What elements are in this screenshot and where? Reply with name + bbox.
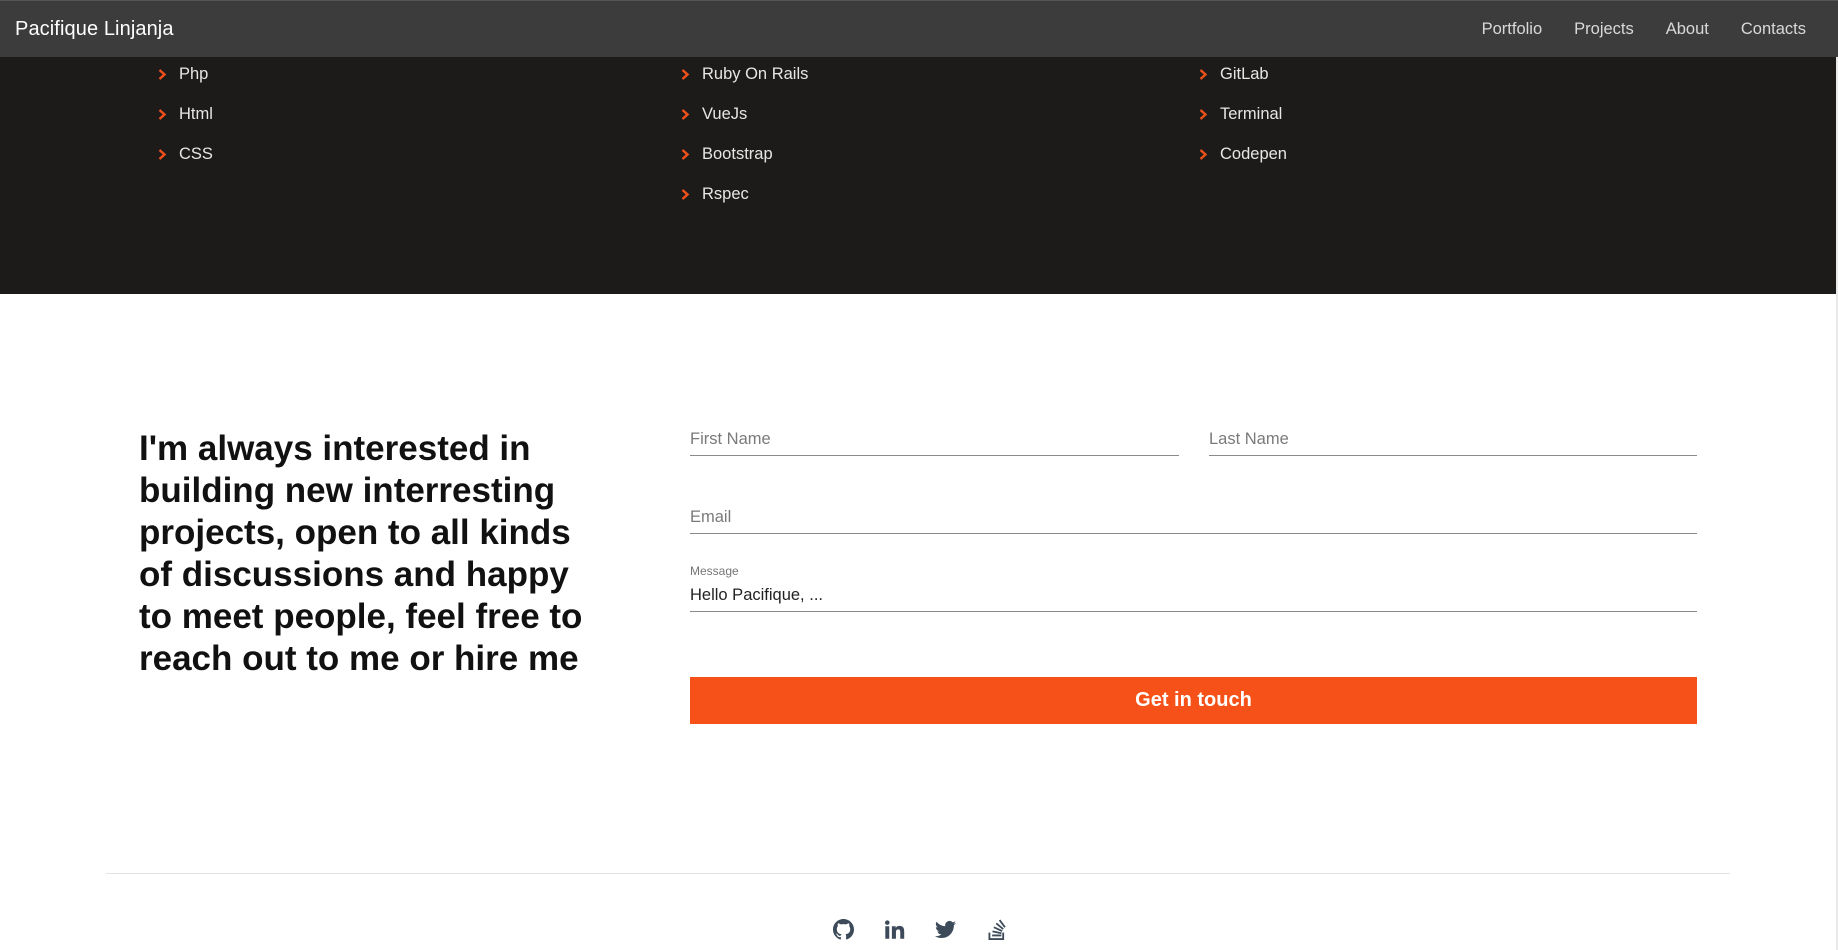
skill-item: Ruby On Rails <box>676 54 808 94</box>
email-input[interactable] <box>690 508 1697 527</box>
skill-label: Php <box>179 64 209 83</box>
skill-label: VueJs <box>702 104 748 123</box>
chevron-right-icon <box>1194 68 1212 80</box>
chevron-right-icon <box>676 68 694 80</box>
nav-link-portfolio[interactable]: Portfolio <box>1466 20 1559 39</box>
navbar: Pacifique Linjanja Portfolio Projects Ab… <box>0 0 1838 57</box>
chevron-right-icon <box>1194 108 1212 120</box>
github-icon[interactable] <box>833 919 854 940</box>
chevron-right-icon <box>1194 148 1212 160</box>
chevron-right-icon <box>676 148 694 160</box>
skill-label: Ruby On Rails <box>702 64 809 83</box>
linkedin-icon[interactable] <box>884 919 905 940</box>
skill-item: CSS <box>153 134 213 174</box>
message-field <box>690 586 1697 612</box>
skill-item: Php <box>153 54 213 94</box>
twitter-icon[interactable] <box>935 919 956 940</box>
skill-label: Terminal <box>1220 104 1283 123</box>
chevron-right-icon <box>153 148 171 160</box>
skill-item: Bootstrap <box>676 134 808 174</box>
skill-label: GitLab <box>1220 64 1269 83</box>
nav-links: Portfolio Projects About Contacts <box>1466 20 1823 39</box>
skills-column-2: Ruby On Rails VueJs Bootstrap Rspec <box>676 54 808 214</box>
chevron-right-icon <box>676 188 694 200</box>
skill-label: Html <box>179 104 213 123</box>
skill-item: VueJs <box>676 94 808 134</box>
chevron-right-icon <box>153 108 171 120</box>
chevron-right-icon <box>153 68 171 80</box>
skill-item: Rspec <box>676 174 808 214</box>
message-label: Message <box>690 564 739 578</box>
skill-label: Rspec <box>702 184 749 203</box>
last-name-field <box>1209 430 1697 456</box>
page: Php Html CSS Ruby On Rails VueJs Bootstr… <box>0 0 1838 950</box>
skill-label: CSS <box>179 144 213 163</box>
first-name-input[interactable] <box>690 430 1179 449</box>
message-input[interactable] <box>690 586 1697 605</box>
skill-item: Codepen <box>1194 134 1287 174</box>
last-name-input[interactable] <box>1209 430 1697 449</box>
skill-label: Codepen <box>1220 144 1287 163</box>
skills-column-1: Php Html CSS <box>153 54 213 174</box>
nav-link-projects[interactable]: Projects <box>1558 20 1650 39</box>
footer-divider <box>106 873 1730 874</box>
brand-link[interactable]: Pacifique Linjanja <box>15 18 174 41</box>
first-name-field <box>690 430 1179 456</box>
get-in-touch-button[interactable]: Get in touch <box>690 677 1697 724</box>
chevron-right-icon <box>676 108 694 120</box>
contact-pitch-heading: I'm always interested in building new in… <box>139 429 583 678</box>
stackoverflow-icon[interactable] <box>986 919 1007 940</box>
social-links <box>833 919 1007 940</box>
nav-link-about[interactable]: About <box>1650 20 1725 39</box>
skills-column-3: GitLab Terminal Codepen <box>1194 54 1287 174</box>
skill-item: Terminal <box>1194 94 1287 134</box>
email-field <box>690 508 1697 534</box>
skill-item: Html <box>153 94 213 134</box>
nav-link-contacts[interactable]: Contacts <box>1725 20 1823 39</box>
skill-label: Bootstrap <box>702 144 773 163</box>
skill-item: GitLab <box>1194 54 1287 94</box>
